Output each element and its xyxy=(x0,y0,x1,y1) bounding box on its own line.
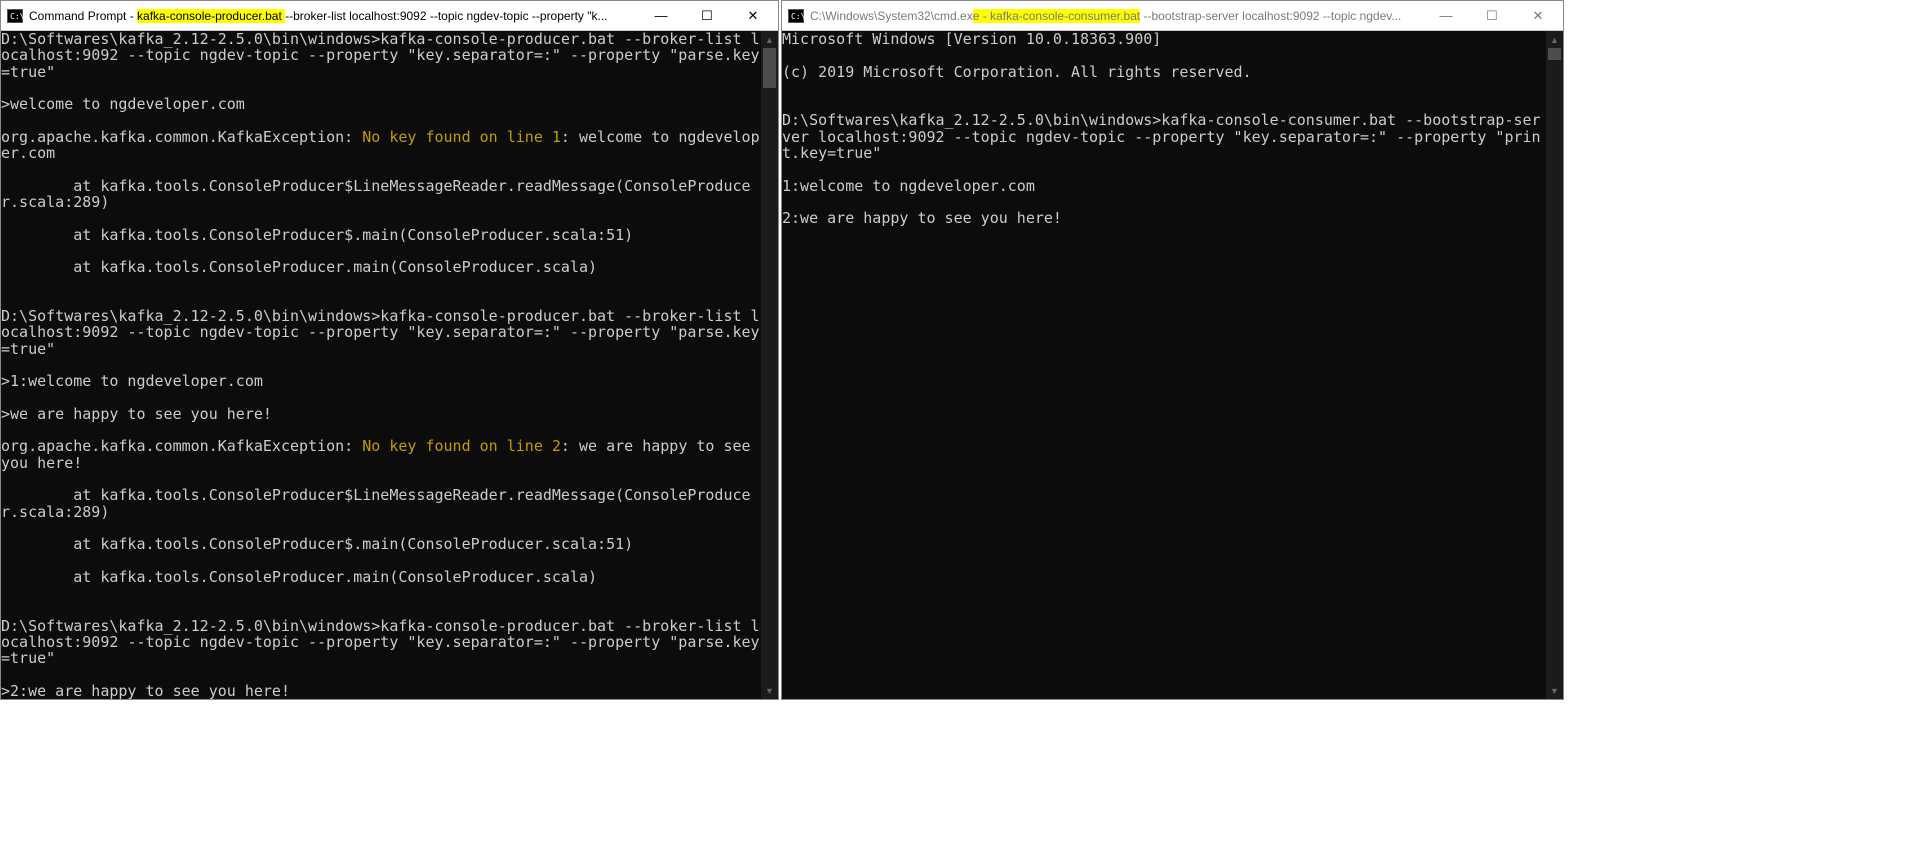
maximize-button[interactable]: ☐ xyxy=(1469,1,1515,30)
maximize-button[interactable]: ☐ xyxy=(684,1,730,30)
scroll-thumb[interactable] xyxy=(763,48,776,88)
terminal-line: 2:we are happy to see you here! xyxy=(782,210,1546,226)
terminal-body[interactable]: D:\Softwares\kafka_2.12-2.5.0\bin\window… xyxy=(1,31,778,699)
minimize-button[interactable]: — xyxy=(638,1,684,30)
terminal-line: at kafka.tools.ConsoleProducer$LineMessa… xyxy=(1,178,761,211)
terminal-line: D:\Softwares\kafka_2.12-2.5.0\bin\window… xyxy=(1,618,761,667)
scroll-up-icon[interactable]: ▲ xyxy=(761,31,778,48)
terminal-line: org.apache.kafka.common.KafkaException: … xyxy=(1,438,761,471)
terminal-output: Microsoft Windows [Version 10.0.18363.90… xyxy=(782,31,1546,699)
window-title: Command Prompt - kafka-console-producer.… xyxy=(29,9,638,23)
terminal-line: >2:we are happy to see you here! xyxy=(1,683,761,699)
minimize-button[interactable]: — xyxy=(1423,1,1469,30)
terminal-line: D:\Softwares\kafka_2.12-2.5.0\bin\window… xyxy=(1,308,761,357)
producer-window: C:\ Command Prompt - kafka-console-produ… xyxy=(0,0,779,700)
terminal-line: D:\Softwares\kafka_2.12-2.5.0\bin\window… xyxy=(782,112,1546,161)
cmd-icon: C:\ xyxy=(7,9,23,23)
title-suffix: --bootstrap-server localhost:9092 --topi… xyxy=(1140,9,1401,23)
vertical-scrollbar[interactable]: ▲ ▼ xyxy=(761,31,778,699)
error-highlight: No key found on line 1 xyxy=(362,128,561,146)
cmd-icon: C:\ xyxy=(788,9,804,23)
window-controls: — ☐ ✕ xyxy=(638,1,776,30)
scroll-thumb[interactable] xyxy=(1548,48,1561,60)
terminal-line: D:\Softwares\kafka_2.12-2.5.0\bin\window… xyxy=(1,31,761,80)
terminal-line: >welcome to ngdeveloper.com xyxy=(1,96,761,112)
terminal-body[interactable]: Microsoft Windows [Version 10.0.18363.90… xyxy=(782,31,1563,699)
close-button[interactable]: ✕ xyxy=(1515,1,1561,30)
scroll-down-icon[interactable]: ▼ xyxy=(1546,682,1563,699)
scroll-track[interactable] xyxy=(1546,48,1563,682)
terminal-line: at kafka.tools.ConsoleProducer$.main(Con… xyxy=(1,227,761,243)
window-title: C:\Windows\System32\cmd.exe - kafka-cons… xyxy=(810,9,1423,23)
vertical-scrollbar[interactable]: ▲ ▼ xyxy=(1546,31,1563,699)
consumer-window: C:\ C:\Windows\System32\cmd.exe - kafka-… xyxy=(781,0,1564,700)
close-button[interactable]: ✕ xyxy=(730,1,776,30)
window-controls: — ☐ ✕ xyxy=(1423,1,1561,30)
title-highlight: e - kafka-console-consumer.bat xyxy=(973,9,1140,23)
title-prefix: Command Prompt - xyxy=(29,9,137,23)
terminal-line: >1:welcome to ngdeveloper.com xyxy=(1,373,761,389)
terminal-output: D:\Softwares\kafka_2.12-2.5.0\bin\window… xyxy=(1,31,761,699)
title-suffix: --broker-list localhost:9092 --topic ngd… xyxy=(285,9,607,23)
terminal-line: >we are happy to see you here! xyxy=(1,406,761,422)
terminal-line: org.apache.kafka.common.KafkaException: … xyxy=(1,129,761,162)
terminal-line: at kafka.tools.ConsoleProducer$.main(Con… xyxy=(1,536,761,552)
title-prefix: C:\Windows\System32\cmd.ex xyxy=(810,9,973,23)
scroll-up-icon[interactable]: ▲ xyxy=(1546,31,1563,48)
terminal-line: at kafka.tools.ConsoleProducer.main(Cons… xyxy=(1,259,761,275)
terminal-line: 1:welcome to ngdeveloper.com xyxy=(782,178,1546,194)
error-highlight: No key found on line 2 xyxy=(362,437,561,455)
terminal-line: Microsoft Windows [Version 10.0.18363.90… xyxy=(782,31,1546,47)
title-bar[interactable]: C:\ Command Prompt - kafka-console-produ… xyxy=(1,1,778,31)
scroll-down-icon[interactable]: ▼ xyxy=(761,682,778,699)
scroll-track[interactable] xyxy=(761,48,778,682)
title-bar[interactable]: C:\ C:\Windows\System32\cmd.exe - kafka-… xyxy=(782,1,1563,31)
terminal-line: at kafka.tools.ConsoleProducer$LineMessa… xyxy=(1,487,761,520)
title-highlight: kafka-console-producer.bat xyxy=(137,9,285,23)
terminal-line: at kafka.tools.ConsoleProducer.main(Cons… xyxy=(1,569,761,585)
terminal-line: (c) 2019 Microsoft Corporation. All righ… xyxy=(782,64,1546,80)
